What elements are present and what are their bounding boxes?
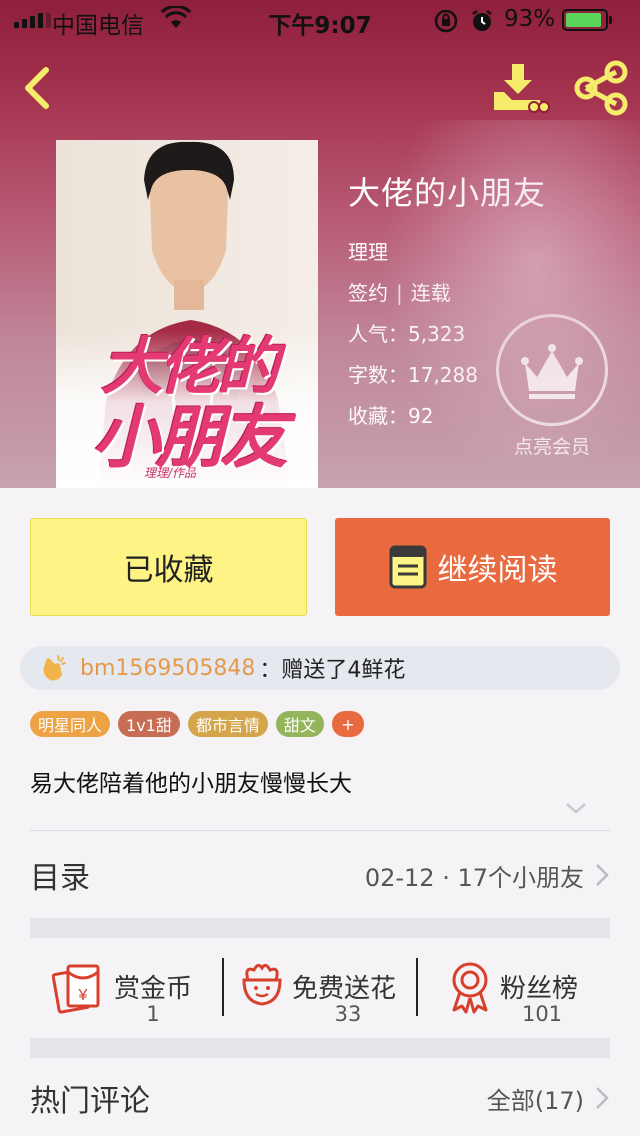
stat-divider xyxy=(222,958,224,1016)
toc-row[interactable]: 目录 02-12 · 17个小朋友 xyxy=(30,832,610,918)
vip-button[interactable] xyxy=(496,314,608,426)
reward-coins-button[interactable]: ¥ 赏金币 1 xyxy=(52,950,232,1026)
stat-value: 33 xyxy=(334,1002,362,1026)
section-separator xyxy=(30,918,610,938)
chevron-left-icon xyxy=(25,67,49,109)
svg-text:¥: ¥ xyxy=(78,987,88,1004)
crown-icon xyxy=(521,344,583,399)
download-icon xyxy=(494,64,550,113)
cover-author-mark: 理理/作品 xyxy=(144,466,197,480)
stat-label: 粉丝榜 xyxy=(500,974,579,1004)
book-meta: 大佬的小朋友 理理 签约 | 连载 人气：5,323 字数：17,288 收藏：92 xyxy=(348,168,546,429)
tag-item[interactable]: 1v1甜 xyxy=(118,711,180,737)
latest-chapter: 02-12 · 17个小朋友 xyxy=(364,863,584,892)
gift-ticker[interactable]: bm1569505848 ：赠送了4鲜花 xyxy=(20,646,620,690)
stat-divider xyxy=(416,958,418,1016)
continue-reading-button[interactable]: 继续阅读 xyxy=(335,518,610,616)
popularity-value: 5,323 xyxy=(408,322,466,346)
favorited-label: 已收藏 xyxy=(123,553,214,588)
book-icon xyxy=(389,545,426,589)
continue-reading-label: 继续阅读 xyxy=(437,553,558,588)
share-icon xyxy=(574,60,628,116)
download-button[interactable] xyxy=(490,60,550,116)
favorites-value: 92 xyxy=(408,404,434,428)
hot-comments-title: 热门评论 xyxy=(30,1084,150,1119)
chevron-down-icon xyxy=(566,803,586,814)
favorites-row: 收藏：92 xyxy=(348,404,434,428)
medal-icon xyxy=(452,962,488,1014)
gift-message: ：赠送了4鲜花 xyxy=(259,658,406,683)
serial-status: 连载 xyxy=(410,281,451,305)
stat-label: 免费送花 xyxy=(292,974,397,1004)
share-button[interactable] xyxy=(572,60,630,116)
tag-item[interactable]: 甜文 xyxy=(275,711,324,737)
gift-user[interactable]: bm1569505848 xyxy=(80,656,255,681)
red-envelope-icon: ¥ xyxy=(52,964,100,1014)
word-count-row: 字数：17,288 xyxy=(348,363,478,387)
book-cover[interactable]: 大佬的 小朋友 理理/作品 xyxy=(56,140,318,488)
expand-summary-button[interactable] xyxy=(564,800,588,816)
book-status: 签约 | 连载 xyxy=(348,281,451,305)
tag-item[interactable]: 都市言情 xyxy=(187,711,268,737)
add-tag-button[interactable]: + xyxy=(331,711,364,737)
hot-comments-row[interactable]: 热门评论 全部(17) xyxy=(30,1060,610,1136)
battery-icon xyxy=(562,9,612,31)
all-comments-link[interactable]: 全部(17) xyxy=(487,1081,584,1116)
clap-icon xyxy=(43,655,66,681)
stat-value: 1 xyxy=(146,1002,160,1026)
popularity-row: 人气：5,323 xyxy=(348,322,466,346)
stat-label: 赏金币 xyxy=(114,974,193,1004)
word-count-value: 17,288 xyxy=(408,363,478,387)
battery-percent: 93% xyxy=(504,6,556,32)
stat-value: 101 xyxy=(521,1002,563,1026)
divider xyxy=(30,830,610,831)
flower-icon xyxy=(242,963,282,1006)
back-button[interactable] xyxy=(20,60,60,116)
book-author[interactable]: 理理 xyxy=(348,236,546,265)
toc-title: 目录 xyxy=(30,861,90,896)
status-bar: 中国电信 下午9:07 93% xyxy=(0,0,640,40)
stats-row: ¥ 赏金币 1 免费送花 33 粉丝榜 101 xyxy=(30,938,610,1038)
fan-ranking-button[interactable]: 粉丝榜 101 xyxy=(442,950,602,1026)
cover-title-art: 大佬的 小朋友 xyxy=(91,330,288,478)
chevron-right-icon xyxy=(596,864,609,886)
free-flower-button[interactable]: 免费送花 33 xyxy=(234,950,414,1026)
orientation-lock-icon xyxy=(434,9,458,39)
vip-label[interactable]: 点亮会员 xyxy=(496,432,608,459)
contract-status: 签约 xyxy=(348,281,388,305)
book-header: 中国电信 下午9:07 93% 大佬的 小朋友 理理/作品 大佬的小朋友 理理 … xyxy=(0,0,640,488)
favorited-button[interactable]: 已收藏 xyxy=(30,518,307,616)
cover-person-head xyxy=(144,141,234,310)
tag-item[interactable]: 明星同人 xyxy=(30,711,111,737)
book-title: 大佬的小朋友 xyxy=(348,174,547,212)
alarm-icon xyxy=(470,9,494,39)
tag-list: 明星同人 1v1甜 都市言情 甜文 + xyxy=(30,711,364,737)
book-summary: 易大佬陪着他的小朋友慢慢长大 xyxy=(30,771,352,797)
section-separator xyxy=(30,1038,610,1058)
chevron-right-icon xyxy=(596,1087,609,1109)
